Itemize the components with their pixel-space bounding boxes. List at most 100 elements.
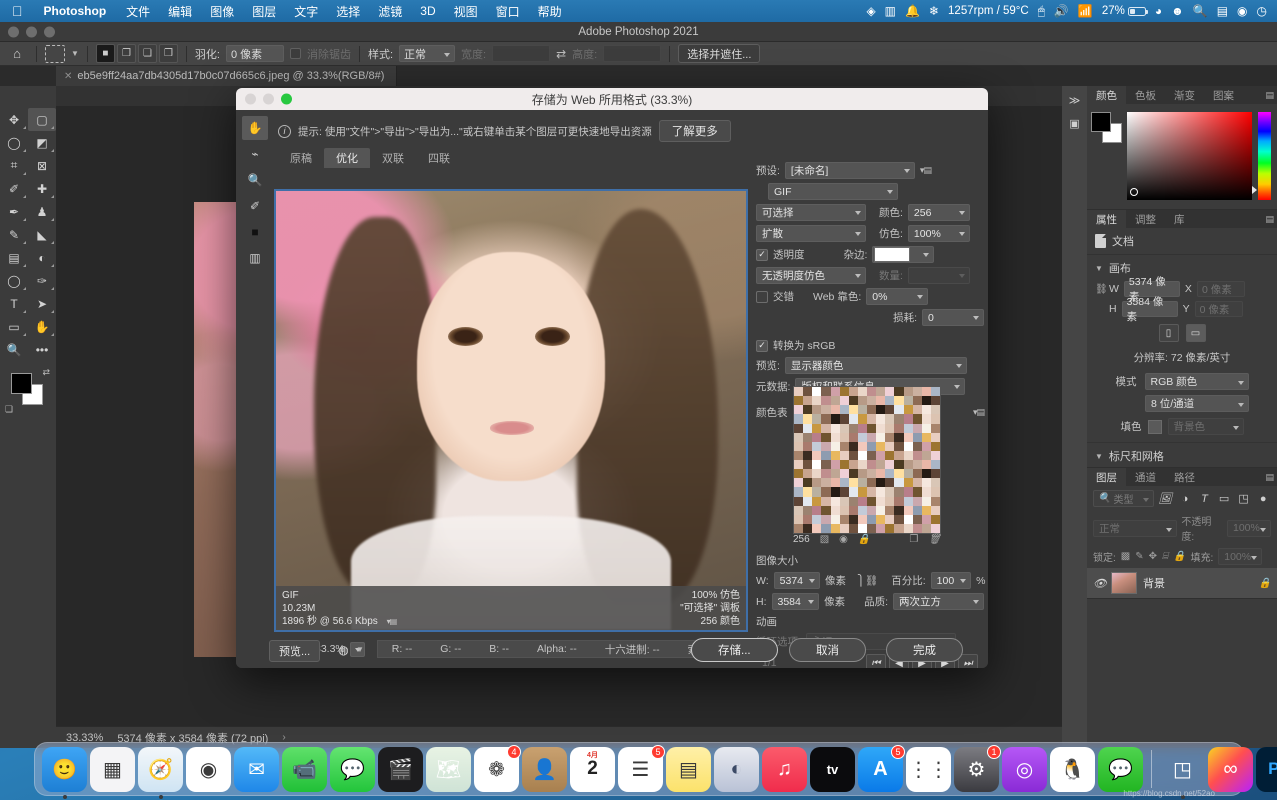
color-table-swatch[interactable] (903, 423, 913, 433)
dock-item-calendar[interactable]: 2 4月 (570, 746, 615, 792)
height-input[interactable] (603, 45, 662, 62)
color-table-swatch[interactable] (894, 423, 904, 433)
dialog-zoom-button[interactable] (281, 93, 292, 105)
zoom-window-button[interactable] (44, 26, 55, 37)
color-table-swatch[interactable] (894, 514, 904, 524)
color-table-swatch[interactable] (912, 405, 922, 415)
lock-icon[interactable]: 🔒 (1259, 578, 1271, 589)
color-table-swatch[interactable] (830, 423, 840, 433)
color-table-swatch[interactable] (876, 478, 886, 488)
color-table-swatch[interactable] (848, 469, 858, 479)
preview-button[interactable]: 预览... (269, 640, 321, 662)
color-table-swatch[interactable] (821, 523, 831, 533)
color-table-swatch[interactable] (821, 432, 831, 442)
hue-slider[interactable] (1252, 112, 1271, 200)
color-table-swatch[interactable] (794, 496, 804, 506)
color-table-swatch[interactable] (830, 414, 840, 424)
eyedropper-tool[interactable]: ✐ (242, 194, 268, 218)
color-table-swatch[interactable] (894, 432, 904, 442)
menubar-app-name[interactable]: Photoshop (33, 4, 118, 18)
color-table-swatch[interactable] (921, 487, 931, 497)
web-snap-select[interactable]: 0% (866, 288, 929, 305)
color-table-swatch[interactable] (839, 405, 849, 415)
color-table-swatch[interactable] (803, 505, 813, 515)
slice-select-tool[interactable]: ⌁ (242, 142, 268, 166)
color-table-swatch[interactable] (867, 478, 877, 488)
color-table-swatch[interactable] (857, 450, 867, 460)
color-table-swatch[interactable] (839, 514, 849, 524)
color-table-swatch[interactable] (848, 405, 858, 415)
quick-select-tool[interactable]: ◩ (28, 131, 56, 154)
lossy-select[interactable]: 0 (922, 309, 984, 326)
color-table-swatch[interactable] (794, 423, 804, 433)
color-table-swatch[interactable] (867, 441, 877, 451)
browser-icon[interactable]: ◍ (334, 640, 353, 659)
color-table-swatch[interactable] (803, 423, 813, 433)
preview-image-area[interactable]: GIF 10.23M 1896 秒 @ 56.6 Kbps ▾▤ 100% 仿色… (274, 189, 748, 632)
color-table-swatch[interactable] (794, 469, 804, 479)
color-table-swatch[interactable] (921, 523, 931, 533)
dialog-traffic-lights[interactable] (245, 93, 292, 105)
shape-tool[interactable]: ▭ (0, 315, 28, 338)
color-table-swatch[interactable] (876, 496, 886, 506)
color-table-swatch[interactable] (930, 478, 940, 488)
color-table-swatch[interactable] (848, 450, 858, 460)
color-table-swatch[interactable] (848, 514, 858, 524)
blend-mode-select[interactable]: 正常 (1093, 519, 1178, 537)
color-table-swatch[interactable] (894, 469, 904, 479)
clone-stamp-tool[interactable]: ♟ (28, 200, 56, 223)
menu-image[interactable]: 图像 (201, 3, 243, 20)
color-table-swatch[interactable] (848, 523, 858, 533)
color-table-swatch[interactable] (912, 450, 922, 460)
tab-channels[interactable]: 通道 (1126, 468, 1165, 486)
hand-tool[interactable]: ✋ (28, 315, 56, 338)
color-table-swatch[interactable] (876, 441, 886, 451)
menu-type[interactable]: 文字 (285, 3, 327, 20)
eyedropper-tool[interactable]: ✐ (0, 177, 28, 200)
smart-filter-icon[interactable]: ◳ (1236, 492, 1252, 505)
lock-transparent-icon[interactable]: ▩ (1121, 551, 1130, 562)
color-table-swatch[interactable] (848, 496, 858, 506)
stats-icon[interactable]: 📶 (1078, 5, 1093, 17)
color-table-swatch[interactable] (912, 396, 922, 406)
dock-item-notes[interactable]: ▤ (666, 746, 711, 792)
color-table-swatch[interactable] (803, 523, 813, 533)
color-table-swatch[interactable] (830, 387, 840, 397)
more-tools-button[interactable]: ••• (28, 338, 56, 361)
transparency-checkbox[interactable]: ✓ (756, 248, 768, 261)
adjustment-filter-icon[interactable]: ◑ (1177, 493, 1193, 505)
color-table-swatch[interactable] (848, 487, 858, 497)
dock-item-mail[interactable]: ✉ (234, 746, 279, 792)
color-table-swatch[interactable] (821, 414, 831, 424)
color-table-swatch[interactable] (903, 469, 913, 479)
subtract-selection-button[interactable]: ❏ (137, 44, 157, 63)
color-table-swatch[interactable] (912, 460, 922, 470)
save-button[interactable]: 存储... (691, 638, 778, 662)
color-table-swatch[interactable] (812, 387, 822, 397)
dock-item-photoshop[interactable]: Ps (1256, 746, 1277, 799)
color-table-swatch[interactable] (885, 450, 895, 460)
chevron-down-icon[interactable]: ▼ (1095, 264, 1103, 273)
color-table-swatch[interactable] (857, 478, 867, 488)
equalizer-icon[interactable]: ▥ (885, 5, 896, 17)
tab-properties[interactable]: 属性 (1087, 210, 1126, 228)
dock-item-chrome[interactable]: ◉ (186, 746, 231, 792)
color-table-swatch[interactable] (794, 396, 804, 406)
chevron-down-icon[interactable]: ▼ (356, 645, 364, 654)
color-table-swatch[interactable] (903, 432, 913, 442)
zoom-tool[interactable]: 🔍 (242, 168, 268, 192)
marquee-tool[interactable]: ▢ (28, 108, 56, 131)
color-table-swatch[interactable] (857, 523, 867, 533)
color-table-swatch[interactable] (867, 405, 877, 415)
color-table-swatch[interactable] (912, 441, 922, 451)
close-icon[interactable]: ✕ (64, 71, 72, 82)
lock-position-icon[interactable]: ✥ (1149, 551, 1157, 562)
color-table-swatch[interactable] (930, 432, 940, 442)
color-table-swatch[interactable] (912, 478, 922, 488)
color-table-swatch[interactable] (894, 523, 904, 533)
color-table-swatch[interactable] (885, 396, 895, 406)
color-table-swatch[interactable] (812, 414, 822, 424)
color-table-swatch[interactable] (867, 387, 877, 397)
color-table-swatch[interactable] (921, 450, 931, 460)
canvas-mode-select[interactable]: RGB 颜色 (1144, 373, 1249, 390)
